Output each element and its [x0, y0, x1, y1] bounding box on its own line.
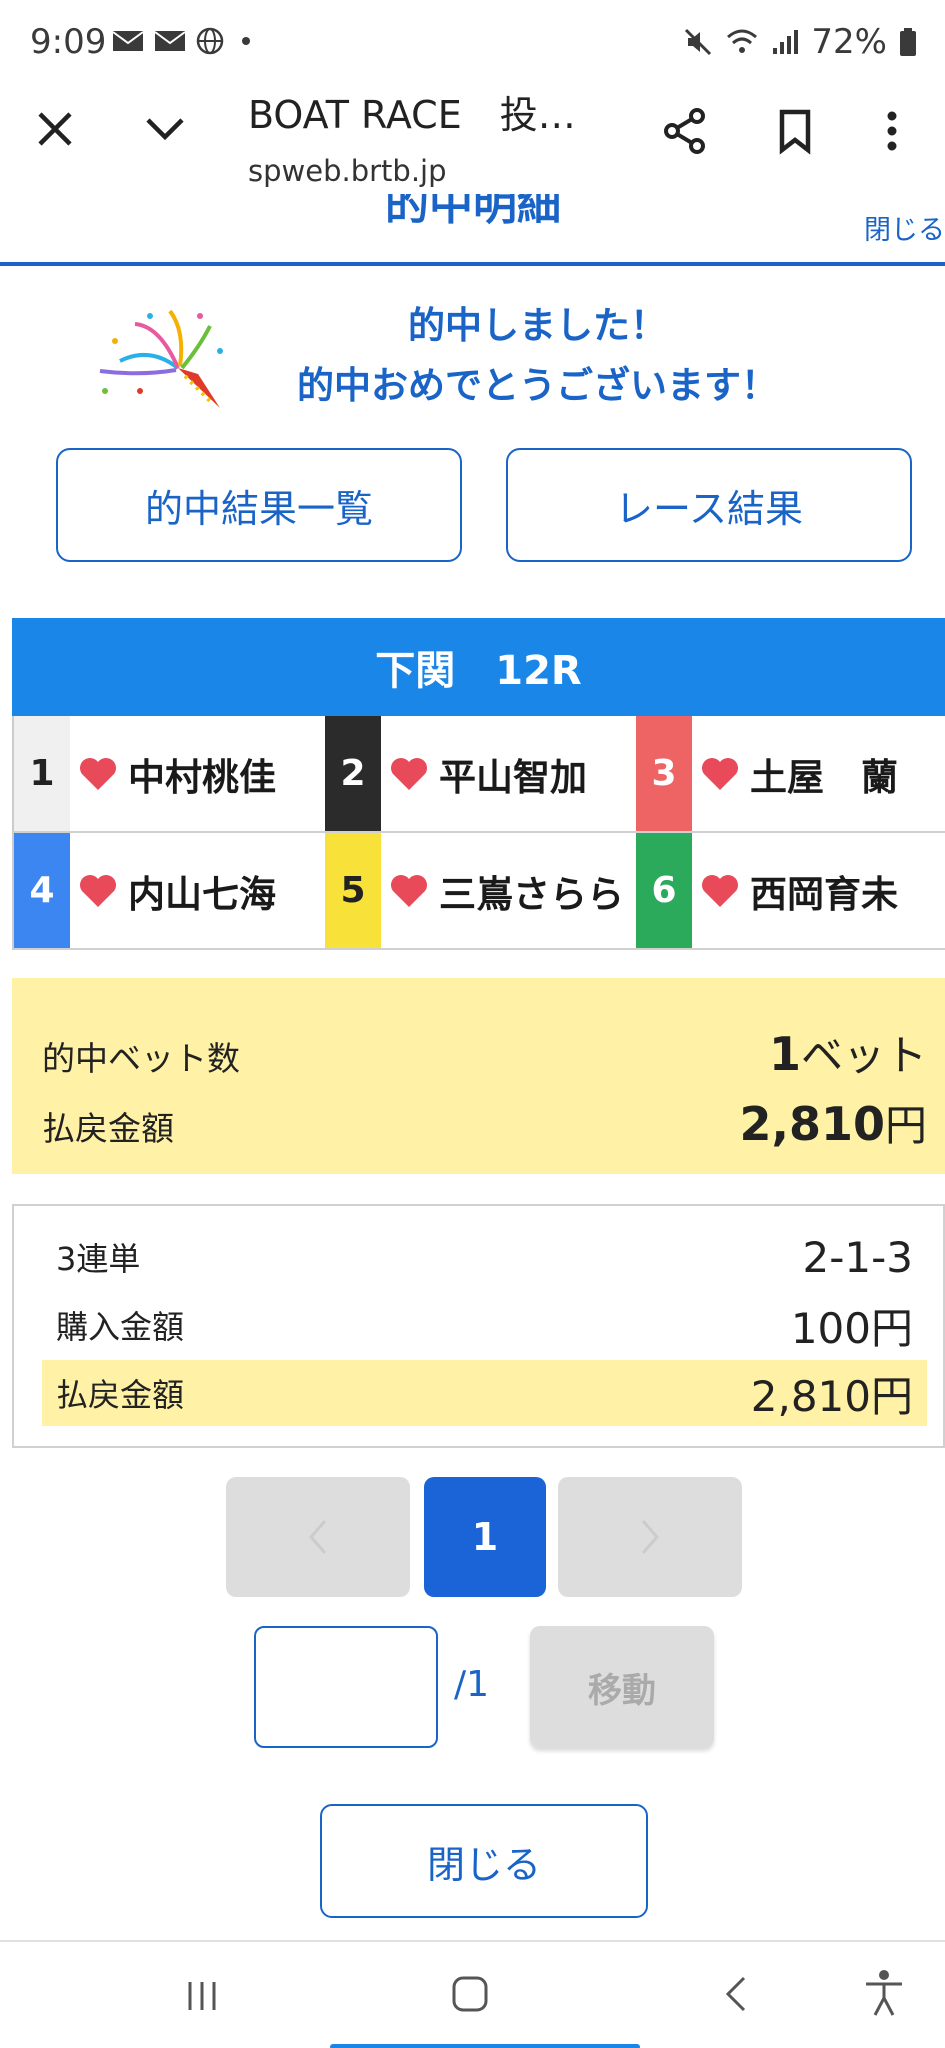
race-result-button[interactable]: レース結果	[506, 448, 912, 562]
battery-icon	[900, 28, 916, 56]
racer-grid: 1 中村桃佳 2 平山智加 3 土屋 蘭 4 内山七海 5 三嶌さらら 6 西岡育未	[12, 716, 945, 950]
dot-icon	[242, 37, 250, 45]
racer-cell: 5 三嶌さらら	[325, 833, 636, 950]
bet-count-row: 的中ベット数 1ベット	[42, 1022, 927, 1083]
heart-icon[interactable]	[389, 756, 429, 792]
purchase-amount-row: 購入金額 100円	[42, 1292, 927, 1358]
prev-page-button[interactable]	[226, 1477, 410, 1597]
race-header: 下関 12R	[12, 618, 945, 716]
racer-cell: 6 西岡育未	[636, 833, 945, 950]
pagination: 1	[226, 1477, 742, 1597]
page-total: /1	[454, 1664, 490, 1705]
wifi-icon	[727, 29, 758, 53]
racer-cell: 3 土屋 蘭	[636, 716, 945, 833]
system-icons: 72%	[683, 22, 917, 62]
racer-name: 西岡育未	[750, 872, 898, 916]
purchase-amount-label: 購入金額	[56, 1308, 185, 1346]
mail-icon	[112, 31, 144, 51]
status-bar: 9:09 72%	[0, 0, 945, 84]
header-close-link[interactable]: 閉じる	[864, 208, 945, 247]
close-icon[interactable]	[30, 104, 80, 154]
bet-type-row: 3連単 2-1-3	[42, 1224, 927, 1290]
heart-icon[interactable]	[700, 756, 740, 792]
chevron-down-icon[interactable]	[140, 104, 190, 154]
heart-icon[interactable]	[78, 756, 118, 792]
browser-toolbar: BOAT RACE 投… spweb.brtb.jp	[0, 84, 945, 194]
signal-icon	[773, 30, 799, 54]
payout-total-label: 払戻金額	[42, 1109, 174, 1148]
lane-number: 2	[325, 716, 381, 831]
bet-type-label: 3連単	[56, 1240, 141, 1278]
share-icon[interactable]	[660, 106, 710, 156]
mail-icon	[154, 31, 186, 51]
bet-detail: 3連単 2-1-3 購入金額 100円 払戻金額 2,810円	[12, 1204, 945, 1448]
battery-percent: 72%	[811, 22, 887, 62]
bet-count-value: 1ベット	[768, 1027, 927, 1081]
home-icon[interactable]	[448, 1972, 492, 2016]
bet-type-value: 2-1-3	[802, 1232, 913, 1282]
gesture-bar	[330, 2044, 640, 2048]
move-button[interactable]: 移動	[530, 1626, 714, 1748]
payout-row: 払戻金額 2,810円	[42, 1360, 927, 1426]
page-url[interactable]: spweb.brtb.jp	[248, 154, 447, 188]
hit-summary: 的中ベット数 1ベット 払戻金額 2,810円	[12, 978, 945, 1174]
notification-icons	[112, 26, 256, 56]
mute-icon	[685, 28, 712, 56]
page-header: 的中明細 閉じる	[0, 194, 945, 266]
heart-icon[interactable]	[78, 873, 118, 909]
racer-cell: 1 中村桃佳	[14, 716, 325, 833]
status-time: 9:09	[30, 22, 107, 62]
racer-cell: 2 平山智加	[325, 716, 636, 833]
close-button[interactable]: 閉じる	[320, 1804, 648, 1918]
purchase-amount-value: 100円	[790, 1303, 913, 1353]
lane-number: 4	[14, 833, 70, 948]
recent-apps-icon[interactable]	[180, 1974, 224, 2018]
lane-number: 3	[636, 716, 692, 831]
back-icon[interactable]	[716, 1972, 756, 2016]
heart-icon[interactable]	[389, 873, 429, 909]
racer-name: 土屋 蘭	[750, 755, 898, 799]
racer-name: 平山智加	[439, 755, 587, 799]
accessibility-icon[interactable]	[862, 1968, 906, 2018]
page-header-title: 的中明細	[385, 194, 561, 230]
system-nav-bar	[0, 1940, 945, 2048]
lane-number: 5	[325, 833, 381, 948]
congrats-message: 的中しました！ 的中おめでとうございます！	[0, 296, 945, 416]
racer-cell: 4 内山七海	[14, 833, 325, 950]
more-options-icon[interactable]	[872, 106, 912, 156]
heart-icon[interactable]	[700, 873, 740, 909]
party-popper-icon	[99, 309, 223, 408]
racer-name: 三嶌さらら	[439, 872, 624, 916]
lane-number: 1	[14, 716, 70, 831]
payout-total-row: 払戻金額 2,810円	[42, 1092, 927, 1153]
bookmark-icon[interactable]	[770, 106, 820, 156]
lane-number: 6	[636, 833, 692, 948]
globe-icon	[196, 27, 224, 55]
payout-label: 払戻金額	[56, 1376, 185, 1414]
chevron-left-icon	[309, 1520, 327, 1554]
chevron-right-icon	[641, 1520, 659, 1554]
page-jump: /1 移動	[254, 1626, 714, 1748]
page-number-input[interactable]	[254, 1626, 438, 1748]
payout-total-value: 2,810円	[739, 1097, 927, 1151]
bet-count-label: 的中ベット数	[42, 1039, 240, 1078]
hit-results-list-button[interactable]: 的中結果一覧	[56, 448, 462, 562]
page-title: BOAT RACE 投…	[248, 93, 576, 137]
payout-value: 2,810円	[750, 1371, 913, 1421]
racer-name: 中村桃佳	[128, 755, 276, 799]
next-page-button[interactable]	[558, 1477, 742, 1597]
current-page-button[interactable]: 1	[424, 1477, 546, 1597]
result-buttons: 的中結果一覧 レース結果	[56, 448, 912, 562]
racer-name: 内山七海	[128, 872, 276, 916]
